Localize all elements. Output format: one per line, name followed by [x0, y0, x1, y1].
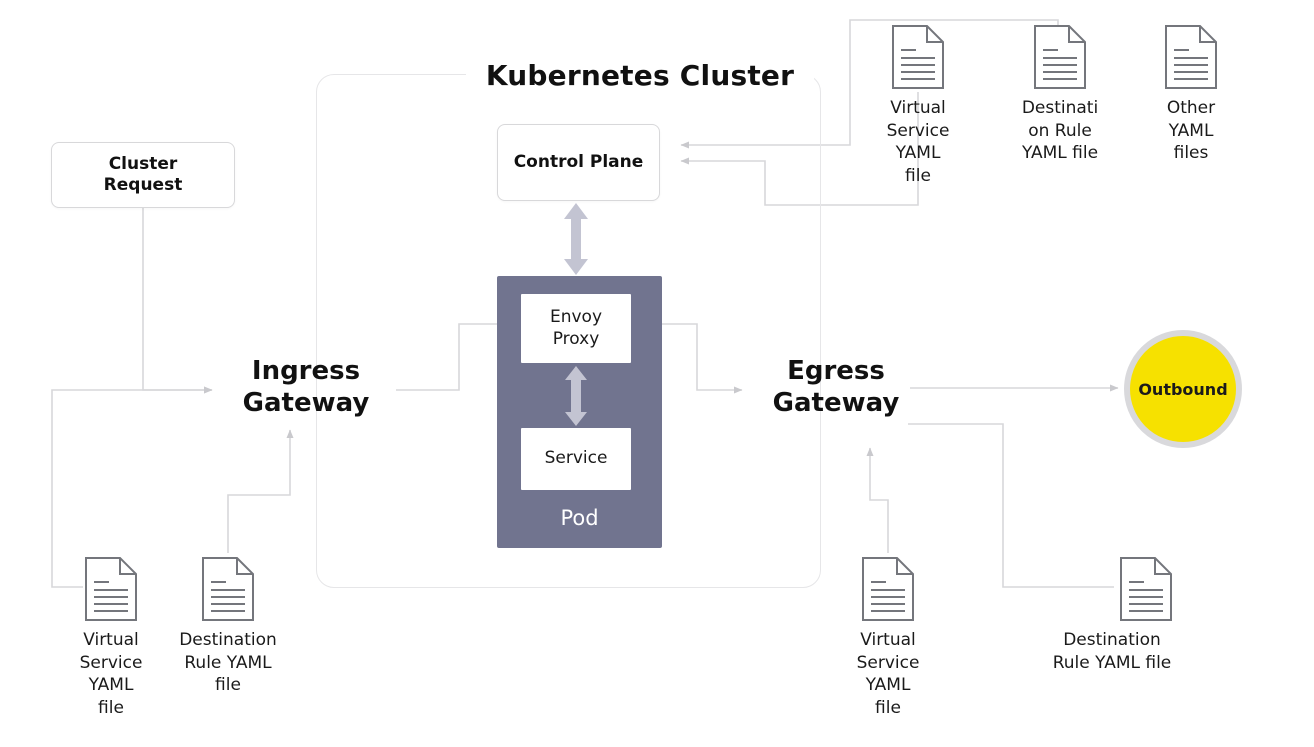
document-icon [892, 25, 944, 89]
file-top-other-yaml[interactable]: Other YAML files [1164, 24, 1218, 165]
wire-bl-destinationrule-to-ingress [227, 429, 294, 553]
document-icon [1034, 25, 1086, 89]
diagram-canvas: Kubernetes Cluster Cluster Request Contr… [0, 0, 1314, 747]
file-top-destination-rule[interactable]: Destinati on Rule YAML file [1022, 24, 1098, 165]
file-caption: Destination Rule YAML file [179, 630, 277, 696]
pod-label: Pod [560, 506, 599, 531]
service-label: Service [544, 448, 608, 469]
file-bottomright-destination-rule[interactable]: Destination Rule YAML file [1053, 556, 1173, 674]
file-caption: Virtual Service YAML file [79, 630, 143, 718]
envoy-proxy-box[interactable]: Envoy Proxy [521, 294, 631, 363]
envoy-proxy-label: Envoy Proxy [549, 307, 603, 349]
cluster-request-label: Cluster Request [103, 153, 183, 195]
file-caption: Virtual Service YAML file [886, 98, 950, 186]
wire-cluster-request-to-ingress [142, 208, 213, 394]
cluster-title: Kubernetes Cluster [466, 56, 814, 96]
wire-br-destinationrule-to-egress [908, 423, 1114, 588]
file-top-virtual-service[interactable]: Virtual Service YAML file [887, 24, 949, 187]
file-bottomleft-destination-rule[interactable]: Destination Rule YAML file [179, 556, 277, 697]
ingress-gateway-label[interactable]: Ingress Gateway [218, 352, 394, 424]
file-caption: Destinati on Rule YAML file [1021, 98, 1099, 164]
control-plane-box[interactable]: Control Plane [497, 124, 660, 201]
file-caption: Other YAML files [1166, 98, 1216, 164]
file-bottomleft-virtual-service[interactable]: Virtual Service YAML file [80, 556, 142, 719]
control-plane-pod-sync-arrow [564, 203, 588, 275]
file-bottomright-virtual-service[interactable]: Virtual Service YAML file [857, 556, 919, 719]
file-caption: Virtual Service YAML file [856, 630, 920, 718]
ingress-gateway-text: Ingress Gateway [242, 356, 370, 418]
document-icon [1165, 25, 1217, 89]
cluster-request-box[interactable]: Cluster Request [51, 142, 235, 208]
outbound-label: Outbound [1138, 379, 1228, 399]
document-icon [862, 557, 914, 621]
wire-br-virtualservice-to-egress [866, 447, 889, 553]
envoy-service-sync-arrow [565, 366, 587, 426]
outbound-circle[interactable]: Outbound [1124, 330, 1242, 448]
control-plane-label: Control Plane [513, 151, 644, 172]
document-icon [1120, 557, 1172, 621]
file-caption: Destination Rule YAML file [1052, 630, 1172, 673]
document-icon [202, 557, 254, 621]
document-icon [85, 557, 137, 621]
service-box[interactable]: Service [521, 428, 631, 490]
egress-gateway-label[interactable]: Egress Gateway [748, 352, 924, 424]
egress-gateway-text: Egress Gateway [772, 356, 900, 418]
